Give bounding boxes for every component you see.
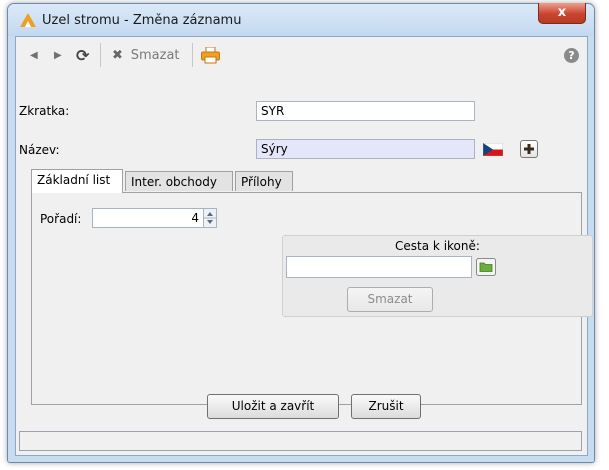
delete-button[interactable]: ✖ Smazat [112,47,180,65]
delete-icon: ✖ [112,48,123,63]
refresh-icon[interactable]: ⟳ [76,47,89,65]
poradi-spinner[interactable] [203,208,217,228]
nazev-label: Název: [19,143,60,157]
tab-inter-obchody[interactable]: Inter. obchody [125,171,233,191]
icon-path-group: Cesta k ikoně: Smazat [282,235,593,317]
plus-icon [524,144,534,154]
window-title: Uzel stromu - Změna záznamu [42,13,242,28]
poradi-input[interactable]: 4 [92,208,204,228]
back-icon[interactable]: ◀ [30,47,38,65]
tab-prilohy[interactable]: Přílohy [235,171,293,191]
status-bar [19,431,582,451]
icon-path-label: Cesta k ikoně: [395,239,480,253]
save-and-close-button[interactable]: Uložit a zavřít [207,394,339,419]
toolbar: ◀ ▶ ⟳ ✖ Smazat ? [16,37,587,73]
close-button[interactable]: x [538,3,586,24]
forward-icon[interactable]: ▶ [54,47,62,65]
nazev-input[interactable]: Sýry [256,139,475,159]
dialog-client: ◀ ▶ ⟳ ✖ Smazat ? Zkratka: SYR Název: Sýr… [15,36,593,456]
toolbar-separator [192,43,193,67]
add-translation-button[interactable] [520,140,538,158]
toolbar-separator [100,43,101,67]
cancel-button[interactable]: Zrušit [351,394,421,419]
czech-flag-icon[interactable] [483,143,503,156]
poradi-label: Pořadí: [40,212,82,226]
icon-delete-button[interactable]: Smazat [347,287,433,312]
icon-path-input[interactable] [286,256,472,278]
folder-browse-icon[interactable] [476,258,496,276]
tab-zakladni-list[interactable]: Základní list [31,169,123,193]
spinner-arrows-icon [204,212,216,224]
title-bar[interactable]: Uzel stromu - Změna záznamu x [8,3,594,36]
help-icon[interactable]: ? [564,48,579,63]
delete-label: Smazat [130,48,180,63]
tab-panel-zakladni-list: Pořadí: 4 Cesta k ikoně: Smazat [31,192,593,405]
zkratka-input[interactable]: SYR [256,101,475,121]
dialog-window: Uzel stromu - Změna záznamu x ◀ ▶ ⟳ ✖ Sm… [7,3,595,463]
print-icon[interactable] [201,47,220,64]
zkratka-label: Zkratka: [19,104,70,118]
app-logo-icon [20,13,36,27]
